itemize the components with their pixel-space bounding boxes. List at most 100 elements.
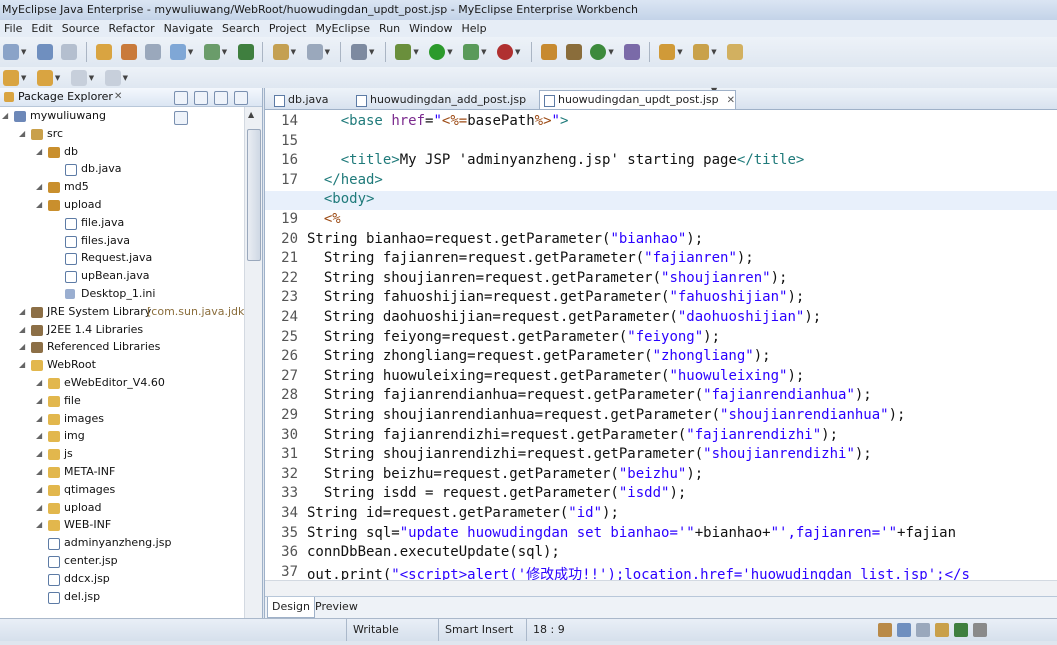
new-java-dropdown-icon[interactable]: ▼ bbox=[608, 48, 613, 56]
expand-toggle-icon[interactable]: ◢ bbox=[36, 481, 42, 499]
run-dropdown-icon[interactable]: ▼ bbox=[447, 48, 452, 56]
new-web-dropdown-icon[interactable]: ▼ bbox=[291, 48, 296, 56]
tree-item[interactable]: ◢ WEB-INF bbox=[0, 516, 244, 534]
tab-design[interactable]: Design bbox=[267, 597, 315, 618]
open-folder-dropdown-icon[interactable]: ▼ bbox=[677, 48, 682, 56]
deploy-icon[interactable] bbox=[145, 44, 162, 60]
expand-toggle-icon[interactable]: ◢ bbox=[36, 499, 42, 517]
link-with-editor-icon[interactable] bbox=[194, 91, 208, 105]
editor-horizontal-scrollbar[interactable] bbox=[265, 580, 1057, 596]
menu-project[interactable]: Project bbox=[263, 20, 310, 37]
previous-annotation-dropdown-icon[interactable]: ▼ bbox=[55, 74, 60, 82]
code-area[interactable]: 1415161718192021222324252627282930313233… bbox=[265, 110, 1057, 580]
editor-tab[interactable]: db.java bbox=[269, 90, 330, 109]
server-dropdown-icon[interactable]: ▼ bbox=[188, 48, 193, 56]
tree-item[interactable]: ◢ eWebEditor_V4.60 bbox=[0, 374, 244, 392]
tree-item[interactable]: Desktop_1.ini bbox=[0, 285, 244, 303]
expand-toggle-icon[interactable]: ◢ bbox=[36, 445, 42, 463]
menu-run[interactable]: Run bbox=[373, 20, 403, 37]
status-tool-icon[interactable] bbox=[878, 623, 892, 637]
menu-myeclipse[interactable]: MyEclipse bbox=[309, 20, 373, 37]
tree-item[interactable]: ◢ upload bbox=[0, 499, 244, 517]
expand-toggle-icon[interactable]: ◢ bbox=[19, 356, 25, 374]
tab-preview[interactable]: Preview bbox=[311, 597, 362, 617]
tree-item[interactable]: ◢ src bbox=[0, 125, 244, 143]
expand-toggle-icon[interactable]: ◢ bbox=[19, 303, 25, 321]
expand-toggle-icon[interactable]: ◢ bbox=[36, 196, 42, 214]
browser-dropdown-icon[interactable]: ▼ bbox=[222, 48, 227, 56]
expand-toggle-icon[interactable]: ◢ bbox=[36, 516, 42, 534]
run-last-icon[interactable] bbox=[463, 44, 480, 60]
status-view-icon[interactable] bbox=[897, 623, 911, 637]
status-deploy-icon[interactable] bbox=[935, 623, 949, 637]
console-icon[interactable] bbox=[350, 44, 367, 60]
menu-navigate[interactable]: Navigate bbox=[158, 20, 216, 37]
menu-search[interactable]: Search bbox=[216, 20, 263, 37]
run-last-dropdown-icon[interactable]: ▼ bbox=[481, 48, 486, 56]
status-server-icon[interactable] bbox=[916, 623, 930, 637]
browser-icon[interactable] bbox=[203, 44, 220, 60]
save-icon[interactable] bbox=[36, 44, 53, 60]
tree-item[interactable]: upBean.java bbox=[0, 267, 244, 285]
menu-file[interactable]: File bbox=[0, 20, 25, 37]
scroll-up-icon[interactable]: ▲ bbox=[248, 110, 254, 119]
tree-item[interactable]: ddcx.jsp bbox=[0, 570, 244, 588]
back-icon[interactable] bbox=[70, 70, 87, 86]
expand-toggle-icon[interactable]: ◢ bbox=[36, 143, 42, 161]
new-interface-icon[interactable] bbox=[624, 44, 641, 60]
tree-item[interactable]: ◢ META-INF bbox=[0, 463, 244, 481]
tree-item[interactable]: ◢ JRE System Library [com.sun.java.jdk. bbox=[0, 303, 244, 321]
menu-window[interactable]: Window bbox=[403, 20, 455, 37]
tree-item[interactable]: ◢ img bbox=[0, 427, 244, 445]
new-web-project-icon[interactable] bbox=[272, 44, 289, 60]
tree-item[interactable]: ◢ J2EE 1.4 Libraries bbox=[0, 321, 244, 339]
expand-toggle-icon[interactable]: ◢ bbox=[36, 427, 42, 445]
tree-item[interactable]: Request.java bbox=[0, 249, 244, 267]
new-class-icon[interactable] bbox=[541, 44, 558, 60]
search-icon[interactable] bbox=[306, 44, 323, 60]
tree-item[interactable]: ◢ images bbox=[0, 410, 244, 428]
expand-toggle-icon[interactable]: ◢ bbox=[19, 338, 25, 356]
previous-annotation-icon[interactable] bbox=[36, 70, 53, 86]
globe-icon[interactable] bbox=[237, 44, 254, 60]
debug-dropdown-icon[interactable]: ▼ bbox=[413, 48, 418, 56]
menu-help[interactable]: Help bbox=[456, 20, 490, 37]
tree-item[interactable]: ◢ file bbox=[0, 392, 244, 410]
tree-item[interactable]: ◢ md5 bbox=[0, 178, 244, 196]
tree-item[interactable]: center.jsp bbox=[0, 552, 244, 570]
open-type-icon[interactable] bbox=[96, 44, 113, 60]
expand-toggle-icon[interactable]: ◢ bbox=[36, 410, 42, 428]
collapse-all-icon[interactable] bbox=[174, 91, 188, 105]
edit-icon[interactable] bbox=[693, 44, 710, 60]
status-globe-icon[interactable] bbox=[954, 623, 968, 637]
view-menu-icon[interactable] bbox=[214, 91, 228, 105]
expand-toggle-icon[interactable]: ◢ bbox=[2, 107, 8, 125]
back-dropdown-icon[interactable]: ▼ bbox=[89, 74, 94, 82]
expand-toggle-icon[interactable]: ◢ bbox=[36, 463, 42, 481]
tree-item[interactable]: adminyanzheng.jsp bbox=[0, 534, 244, 552]
external-tools-dropdown-icon[interactable]: ▼ bbox=[515, 48, 520, 56]
package-explorer-scrollbar[interactable]: ▲ ▼ bbox=[244, 107, 262, 640]
open-task-icon[interactable] bbox=[120, 44, 137, 60]
debug-icon[interactable] bbox=[395, 44, 412, 60]
tree-item[interactable]: ◢ WebRoot bbox=[0, 356, 244, 374]
expand-toggle-icon[interactable]: ◢ bbox=[19, 125, 25, 143]
new-icon[interactable] bbox=[3, 44, 19, 60]
search-dropdown-icon[interactable]: ▼ bbox=[325, 48, 330, 56]
next-annotation-dropdown-icon[interactable]: ▼ bbox=[21, 74, 26, 82]
run-icon[interactable] bbox=[429, 44, 446, 60]
minimize-icon[interactable] bbox=[234, 91, 248, 105]
tree-item[interactable]: ◢ mywuliuwang bbox=[0, 107, 244, 125]
tree-item[interactable]: ◢ js bbox=[0, 445, 244, 463]
tree-item[interactable]: del.jsp bbox=[0, 588, 244, 606]
expand-toggle-icon[interactable]: ◢ bbox=[36, 374, 42, 392]
expand-toggle-icon[interactable]: ◢ bbox=[36, 392, 42, 410]
close-tab-icon[interactable]: ✕ bbox=[727, 95, 735, 106]
new-package-icon[interactable] bbox=[565, 44, 582, 60]
tree-item[interactable]: ◢ db bbox=[0, 143, 244, 161]
print-icon[interactable] bbox=[61, 44, 78, 60]
scrollbar-thumb[interactable] bbox=[247, 129, 261, 261]
server-icon[interactable] bbox=[169, 44, 186, 60]
tree-item[interactable]: ◢ Referenced Libraries bbox=[0, 338, 244, 356]
expand-toggle-icon[interactable]: ◢ bbox=[36, 178, 42, 196]
